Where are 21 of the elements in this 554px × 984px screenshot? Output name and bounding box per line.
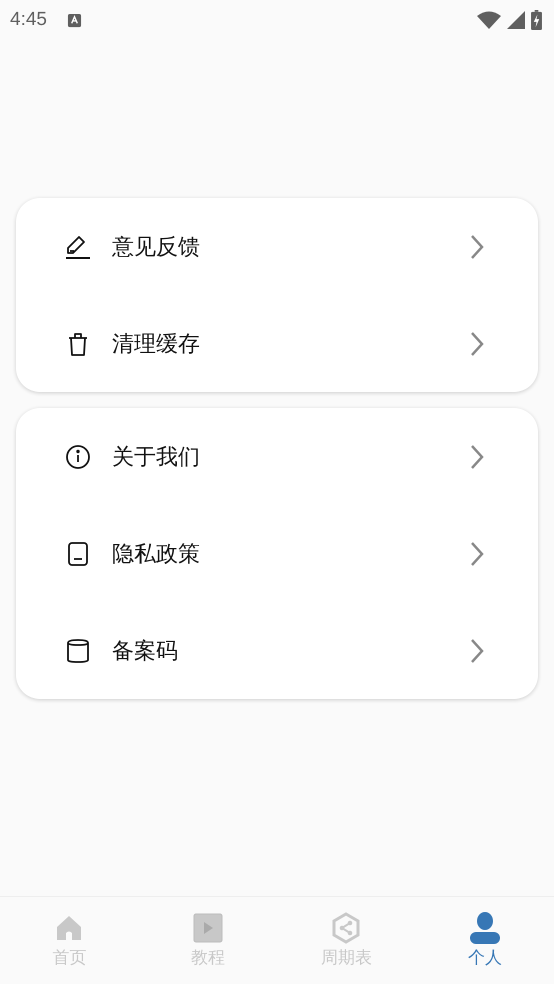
info-icon: [64, 442, 92, 470]
person-icon: [468, 912, 501, 944]
menu-item[interactable]: 备案码: [16, 602, 538, 699]
tab[interactable]: 个人: [416, 897, 554, 984]
menu-item[interactable]: 关于我们: [16, 408, 538, 505]
battery-icon: [531, 10, 542, 30]
signal-icon: [507, 11, 525, 29]
menu-item[interactable]: 隐私政策: [16, 505, 538, 602]
chevron-right-icon: [470, 638, 484, 664]
status-time: 4:45: [10, 9, 47, 31]
play-icon: [192, 912, 224, 944]
keyboard-notification-icon: [66, 12, 82, 28]
chevron-right-icon: [470, 444, 484, 470]
chevron-right-icon: [470, 540, 484, 566]
wifi-icon: [477, 11, 501, 29]
menu-item[interactable]: 意见反馈: [16, 198, 538, 295]
hexagon-icon: [330, 912, 362, 944]
cylinder-icon: [64, 636, 92, 664]
chevron-right-icon: [470, 330, 484, 356]
chevron-right-icon: [470, 234, 484, 260]
menu-item[interactable]: 清理缓存: [16, 295, 538, 392]
